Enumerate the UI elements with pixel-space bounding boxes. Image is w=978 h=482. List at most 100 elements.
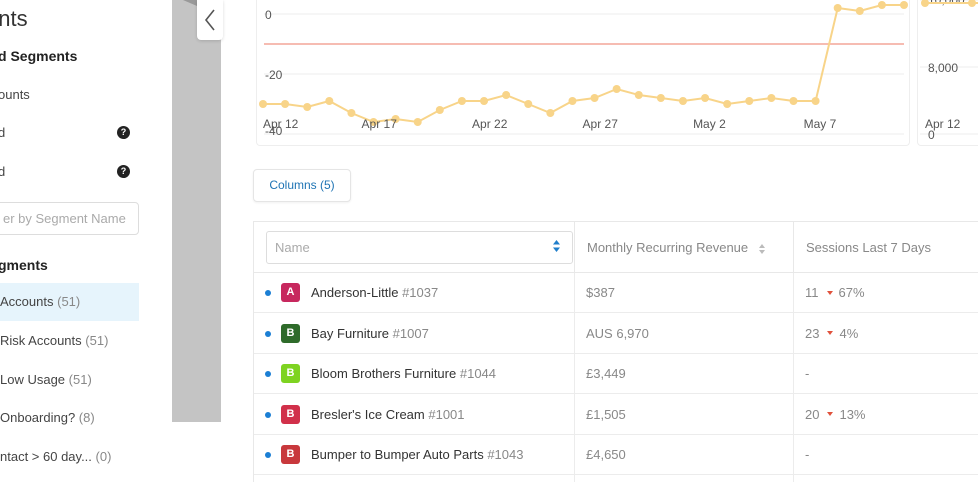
account-name-text: Bay Furniture bbox=[311, 325, 390, 341]
data-point[interactable] bbox=[789, 97, 798, 105]
account-id: #1037 bbox=[402, 285, 439, 300]
sort-icon[interactable] bbox=[552, 239, 561, 253]
avatar: B bbox=[281, 445, 300, 464]
chevron-left-icon bbox=[204, 9, 215, 31]
help-icon[interactable]: ? bbox=[117, 126, 130, 139]
data-point[interactable] bbox=[435, 106, 444, 114]
data-point[interactable] bbox=[745, 97, 754, 105]
segment-label: Low Usage bbox=[0, 372, 66, 387]
data-point[interactable] bbox=[325, 97, 334, 105]
sessions-count: - bbox=[805, 447, 810, 462]
column-header-mrr[interactable]: Monthly Recurring Revenue bbox=[574, 222, 794, 273]
page-title: unts bbox=[0, 6, 28, 31]
table-row[interactable]: B Bay Furniture #1007 AUS 6,970 23 4% bbox=[254, 314, 978, 354]
x-tick-label: May 2 bbox=[693, 117, 726, 131]
columns-button[interactable]: Columns (5) bbox=[253, 169, 351, 202]
data-point[interactable] bbox=[303, 103, 312, 111]
sessions-count: 23 bbox=[805, 325, 820, 341]
table-row[interactable]: B Bumper to Bumper Auto Parts #1043 £4,650… bbox=[254, 435, 978, 475]
account-name[interactable]: Bay Furniture #1007 bbox=[311, 314, 429, 354]
table-row[interactable]: B Bresler's Ice Cream #1001 £1,505 20 13% bbox=[254, 395, 978, 435]
segment-label: Accounts bbox=[0, 294, 54, 309]
sidebar-item-2[interactable]: d bbox=[0, 125, 5, 140]
series-line bbox=[263, 4, 904, 124]
sessions-count: 20 bbox=[805, 406, 820, 422]
mrr-value: £4,650 bbox=[586, 447, 626, 462]
table-row[interactable]: A Anderson-Little #1037 $387 11 67% bbox=[254, 273, 978, 313]
data-point[interactable] bbox=[612, 85, 621, 93]
data-point[interactable] bbox=[877, 1, 886, 9]
data-point[interactable] bbox=[347, 109, 356, 117]
account-name[interactable]: Bumper to Bumper Auto Parts #1043 bbox=[311, 435, 523, 475]
segment-count: (51) bbox=[85, 333, 109, 348]
segment-item[interactable]: Low Usage (51) bbox=[0, 361, 139, 399]
account-name[interactable]: Bloom Brothers Furniture #1044 bbox=[311, 354, 496, 394]
sessions-value: 20 13% bbox=[805, 395, 866, 435]
table-row[interactable]: B Bloom Brothers Furniture #1044 £3,449 - bbox=[254, 354, 978, 394]
segment-count: (51) bbox=[68, 372, 92, 387]
data-point[interactable] bbox=[900, 1, 908, 9]
segment-label: Risk Accounts bbox=[0, 333, 82, 348]
data-point[interactable] bbox=[968, 0, 976, 7]
data-point[interactable] bbox=[281, 100, 290, 108]
data-point[interactable] bbox=[833, 4, 842, 12]
data-point[interactable] bbox=[524, 100, 533, 108]
y-tick-label: 0 bbox=[265, 8, 272, 22]
data-point[interactable] bbox=[767, 94, 776, 102]
name-search-input[interactable] bbox=[266, 231, 573, 264]
help-icon[interactable]: ? bbox=[117, 165, 130, 178]
x-tick-label: Apr 27 bbox=[583, 117, 619, 131]
account-name[interactable]: Bresler's Ice Cream #1001 bbox=[311, 395, 465, 435]
account-id: #1007 bbox=[392, 325, 429, 341]
sort-icon[interactable] bbox=[758, 243, 766, 255]
data-point[interactable] bbox=[855, 7, 864, 15]
data-point[interactable] bbox=[546, 109, 555, 117]
account-name[interactable]: Anderson-Little #1037 bbox=[311, 273, 438, 313]
segment-filter-input[interactable] bbox=[0, 202, 139, 235]
data-point[interactable] bbox=[502, 91, 511, 99]
mrr-header-label: Monthly Recurring Revenue bbox=[587, 240, 749, 255]
data-point[interactable] bbox=[457, 97, 466, 105]
data-point[interactable] bbox=[413, 118, 422, 126]
data-point[interactable] bbox=[656, 94, 665, 102]
sidebar-item-accounts[interactable]: ounts bbox=[0, 87, 30, 102]
segment-item[interactable]: Accounts (51) bbox=[0, 283, 139, 321]
revenue-chart: 10,0008,0000Apr 12 bbox=[920, 0, 978, 142]
data-point[interactable] bbox=[480, 97, 489, 105]
column-header-sessions[interactable]: Sessions Last 7 Days bbox=[793, 222, 978, 273]
caret-down-icon bbox=[826, 290, 833, 295]
avatar: A bbox=[281, 283, 300, 302]
sidebar-item-3[interactable]: d bbox=[0, 164, 5, 179]
status-dot bbox=[265, 371, 271, 377]
x-tick-label: Apr 12 bbox=[925, 117, 961, 131]
data-point[interactable] bbox=[811, 97, 820, 105]
mrr-value: AUS 6,970 bbox=[586, 325, 649, 341]
chart-card: 0 -20 -40 Apr 12 Apr 17 Apr 22 Apr 27 May 2 May … bbox=[256, 0, 910, 146]
data-point[interactable] bbox=[259, 100, 267, 108]
avatar: B bbox=[281, 364, 300, 383]
segment-item[interactable]: ntact > 60 day... (0) bbox=[0, 438, 139, 476]
data-point[interactable] bbox=[634, 91, 643, 99]
segment-label: ntact > 60 day... bbox=[0, 449, 92, 464]
segment-item[interactable]: Onboarding? (8) bbox=[0, 399, 139, 437]
panel-corner bbox=[183, 0, 197, 6]
data-point[interactable] bbox=[723, 100, 732, 108]
sessions-count: - bbox=[805, 366, 810, 381]
status-dot bbox=[265, 411, 271, 418]
segment-item[interactable]: Risk Accounts (51) bbox=[0, 322, 139, 360]
y-tick-label: 8,000 bbox=[928, 61, 958, 75]
x-tick-label: Apr 12 bbox=[263, 117, 299, 131]
sessions-change: 4% bbox=[839, 325, 859, 341]
y-tick-label: -20 bbox=[265, 68, 283, 82]
sidebar: unts d Segments ounts d ? d ? gments Acc… bbox=[0, 0, 172, 482]
data-point[interactable] bbox=[568, 97, 577, 105]
collapse-sidebar-button[interactable] bbox=[197, 0, 223, 40]
sessions-value: - bbox=[805, 435, 809, 475]
data-point[interactable] bbox=[701, 94, 710, 102]
data-point[interactable] bbox=[590, 94, 599, 102]
sessions-value: 23 4% bbox=[805, 314, 858, 354]
data-point[interactable] bbox=[678, 97, 687, 105]
sessions-value: 11 67% bbox=[805, 273, 865, 313]
sessions-change: 13% bbox=[839, 406, 866, 422]
x-tick-label: May 7 bbox=[804, 117, 837, 131]
